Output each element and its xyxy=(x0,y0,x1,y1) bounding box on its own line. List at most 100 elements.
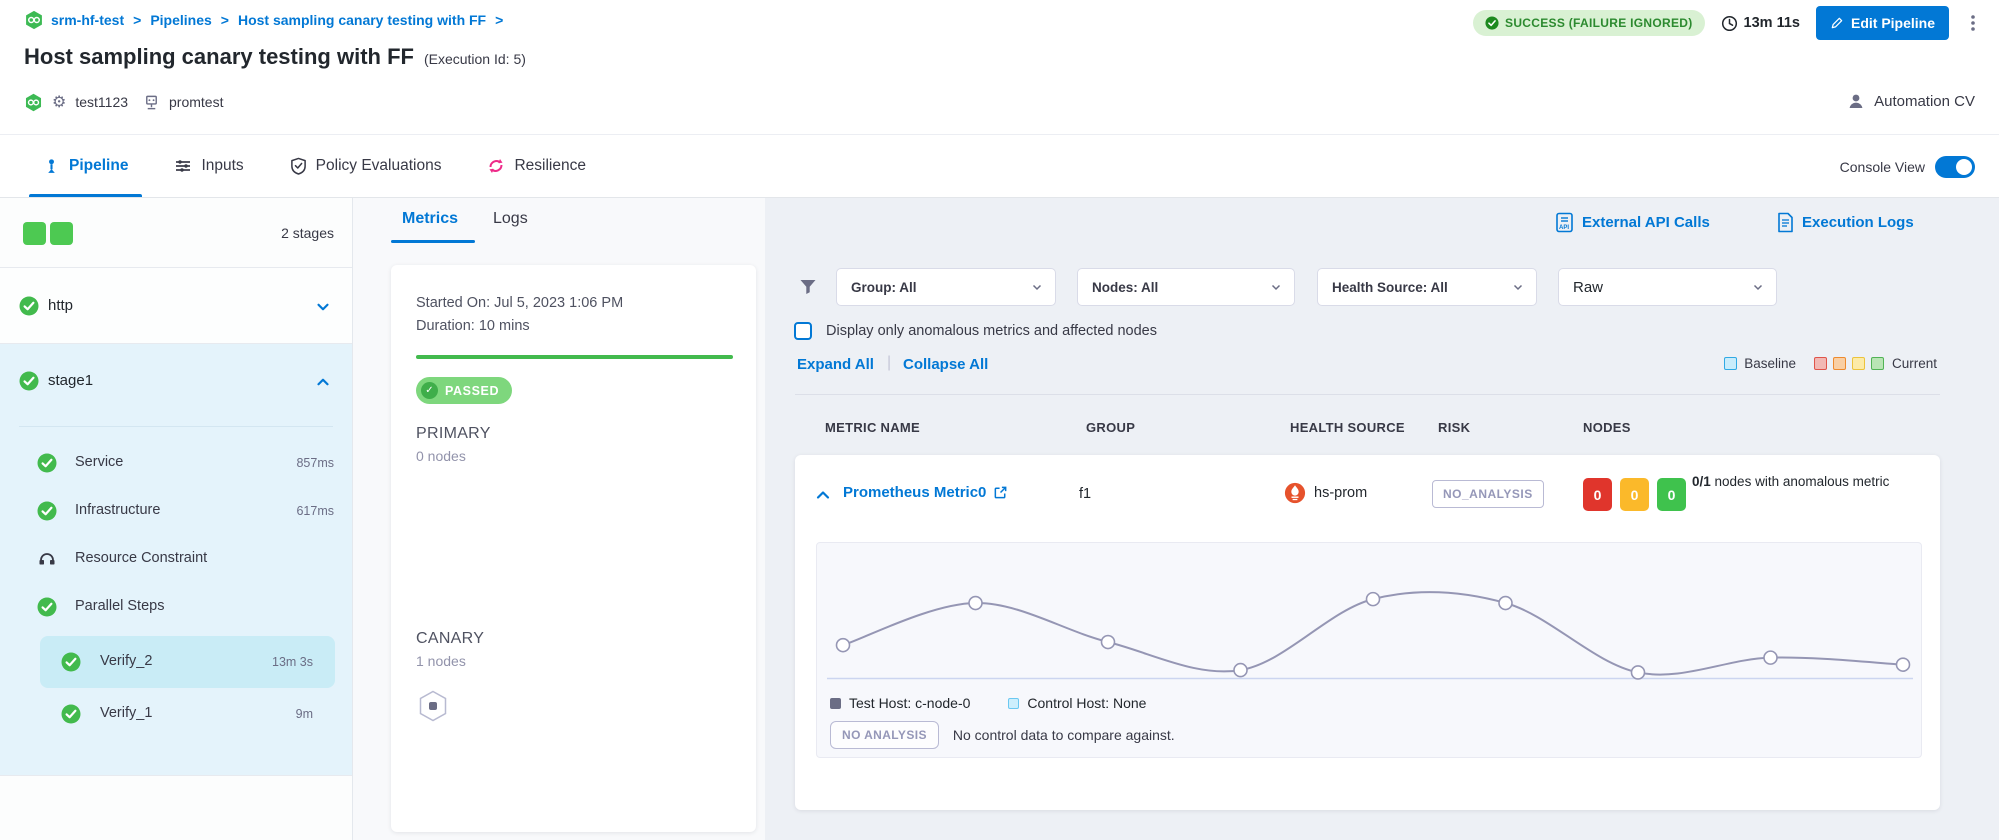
current-swatch-orange xyxy=(1833,357,1846,370)
edit-pipeline-button[interactable]: Edit Pipeline xyxy=(1816,6,1949,40)
tab-logs[interactable]: Logs xyxy=(493,210,528,228)
step-duration: 617ms xyxy=(296,504,334,518)
api-document-icon: API xyxy=(1555,212,1574,233)
filter-icon[interactable] xyxy=(798,277,818,297)
harness-logo-icon xyxy=(24,93,43,112)
console-view-control: Console View xyxy=(1840,135,1975,199)
console-view-toggle[interactable] xyxy=(1935,156,1975,178)
nodes-summary-text: nodes with anomalous metric xyxy=(1711,474,1890,489)
canary-node-count: 1 nodes xyxy=(416,653,466,669)
primary-group-label: PRIMARY xyxy=(416,425,491,443)
node-count-badge-red: 0 xyxy=(1583,478,1612,511)
no-analysis-badge: NO ANALYSIS xyxy=(830,721,939,749)
metric-chart-svg[interactable] xyxy=(825,549,1915,687)
collapse-all-link[interactable]: Collapse All xyxy=(903,356,988,373)
tab-resilience[interactable]: Resilience xyxy=(487,135,586,197)
external-api-calls-link[interactable]: API External API Calls xyxy=(1555,212,1710,233)
tab-inputs[interactable]: Inputs xyxy=(174,135,243,197)
sidebar-item-stage1[interactable]: stage1 xyxy=(0,344,352,418)
check-circle-icon xyxy=(61,652,81,672)
started-on-label: Started On: Jul 5, 2023 1:06 PM xyxy=(416,295,623,311)
user-avatar-icon xyxy=(1847,92,1865,110)
canary-group-label: CANARY xyxy=(416,630,484,648)
tab-policy-evaluations[interactable]: Policy Evaluations xyxy=(290,135,442,197)
step-row-infrastructure[interactable]: Infrastructure 617ms xyxy=(0,487,352,535)
expand-all-link[interactable]: Expand All xyxy=(797,356,874,373)
check-circle-icon xyxy=(1485,16,1499,30)
sidebar-item-http[interactable]: http xyxy=(0,268,352,344)
risk-badge: NO_ANALYSIS xyxy=(1432,480,1544,508)
step-row-service[interactable]: Service 857ms xyxy=(0,439,352,487)
test-host-label: Test Host: c-node-0 xyxy=(849,695,970,711)
harness-logo-icon xyxy=(24,10,44,30)
no-analysis-row: NO ANALYSIS No control data to compare a… xyxy=(830,721,1175,749)
breadcrumb-separator: > xyxy=(495,12,503,28)
page-header: srm-hf-test > Pipelines > Host sampling … xyxy=(0,0,1999,134)
stage1-section: stage1 Service 857ms In xyxy=(0,344,352,775)
test-host-swatch xyxy=(830,698,841,709)
anomalous-filter-checkbox[interactable] xyxy=(794,322,812,340)
document-icon xyxy=(1777,212,1794,233)
execution-logs-link[interactable]: Execution Logs xyxy=(1777,212,1914,233)
clock-icon xyxy=(1721,15,1738,32)
step-row-resource-constraint[interactable]: Resource Constraint xyxy=(0,535,352,583)
header-actions: SUCCESS (FAILURE IGNORED) 13m 11s Edit P… xyxy=(1473,6,1981,40)
pipeline-icon xyxy=(43,158,60,175)
divider xyxy=(19,426,333,427)
step-label: Service xyxy=(75,454,123,470)
environment-icon xyxy=(143,94,160,111)
group-filter-dropdown[interactable]: Group: All xyxy=(836,268,1056,306)
step-label: Verify_1 xyxy=(100,705,152,721)
health-source-filter-dropdown[interactable]: Health Source: All xyxy=(1317,268,1537,306)
breadcrumb-pipeline-name-link[interactable]: Host sampling canary testing with FF xyxy=(238,12,486,28)
baseline-label: Baseline xyxy=(1744,356,1796,371)
check-circle-icon xyxy=(19,296,39,316)
step-label: Infrastructure xyxy=(75,502,160,518)
step-row-parallel-steps[interactable]: Parallel Steps xyxy=(0,583,352,631)
analysis-panel: API External API Calls Execution Logs Gr… xyxy=(765,198,1999,840)
tab-pipeline[interactable]: Pipeline xyxy=(43,135,128,197)
stage-label: stage1 xyxy=(48,372,93,389)
breadcrumb-pipelines-link[interactable]: Pipelines xyxy=(150,12,211,28)
metric-name-link[interactable]: Prometheus Metric0 xyxy=(843,484,986,501)
step-row-verify-2[interactable]: Verify_2 13m 3s xyxy=(40,636,335,688)
host-legend-row: Test Host: c-node-0 Control Host: None xyxy=(830,695,1146,711)
collapse-chevron-up-icon[interactable] xyxy=(815,487,831,503)
metric-chart-container: Test Host: c-node-0 Control Host: None N… xyxy=(816,542,1922,758)
check-circle-icon xyxy=(19,371,39,391)
stages-summary-row: 2 stages xyxy=(0,198,352,268)
verification-duration-label: Duration: 10 mins xyxy=(416,318,530,334)
nodes-filter-dropdown[interactable]: Nodes: All xyxy=(1077,268,1295,306)
column-header-health-source: HEALTH SOURCE xyxy=(1290,420,1405,435)
user-name: Automation CV xyxy=(1874,93,1975,110)
environment-name: promtest xyxy=(169,94,223,110)
metrics-tab-underline xyxy=(391,240,475,243)
raw-mode-dropdown[interactable]: Raw xyxy=(1558,268,1777,306)
step-duration: 9m xyxy=(296,707,313,721)
inputs-icon xyxy=(174,157,192,175)
status-badge-label: SUCCESS (FAILURE IGNORED) xyxy=(1505,16,1693,30)
breadcrumb-separator: > xyxy=(221,12,229,28)
stage-label: http xyxy=(48,297,73,314)
column-header-metric-name: METRIC NAME xyxy=(825,420,920,435)
breadcrumb-project-link[interactable]: srm-hf-test xyxy=(51,12,124,28)
tab-metrics[interactable]: Metrics xyxy=(402,210,458,228)
gear-icon: ⚙ xyxy=(52,92,66,112)
test-host-legend: Test Host: c-node-0 xyxy=(830,695,970,711)
stage-count-label: 2 stages xyxy=(281,225,334,241)
user-info: Automation CV xyxy=(1847,92,1975,110)
metric-card: Prometheus Metric0 f1 hs-prom NO_ANALYSI… xyxy=(795,455,1940,810)
external-link-icon[interactable] xyxy=(993,485,1008,500)
step-row-verify-1[interactable]: Verify_1 9m xyxy=(40,688,335,740)
title-row: Host sampling canary testing with FF (Ex… xyxy=(24,44,526,70)
current-label: Current xyxy=(1892,356,1937,371)
divider xyxy=(795,394,1940,395)
chevron-down-icon[interactable] xyxy=(314,298,332,316)
baseline-swatch xyxy=(1724,357,1737,370)
divider: | xyxy=(887,354,891,372)
resilience-icon xyxy=(487,157,505,175)
canary-node-hexagon-icon[interactable] xyxy=(418,690,448,722)
more-options-icon[interactable] xyxy=(1965,13,1981,33)
chevron-up-icon[interactable] xyxy=(314,373,332,391)
passed-badge: ✓ PASSED xyxy=(416,377,512,404)
